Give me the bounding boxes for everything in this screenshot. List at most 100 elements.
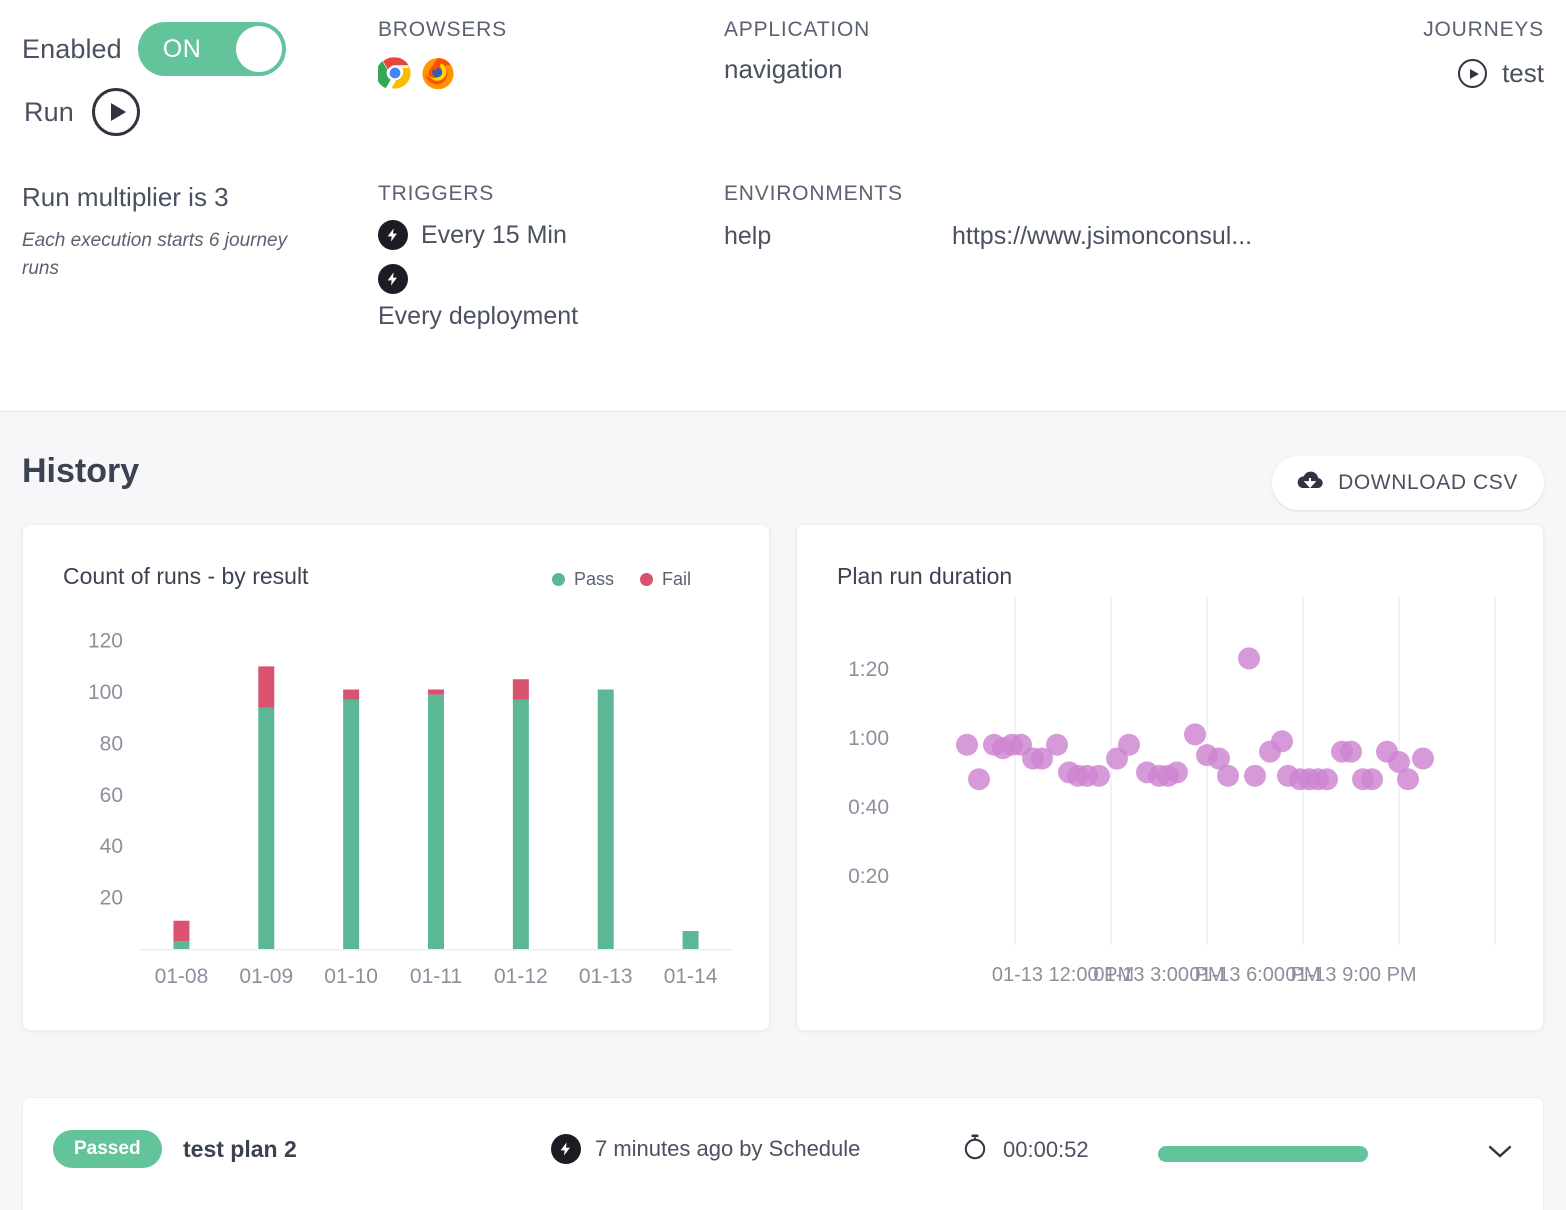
svg-text:01-12: 01-12 — [494, 965, 548, 988]
summary-col-multiplier: Run multiplier is 3 Each execution start… — [22, 182, 378, 331]
status-badge: Passed — [53, 1130, 162, 1168]
browsers-heading: BROWSERS — [378, 18, 724, 42]
play-icon — [111, 103, 126, 121]
scatter-point — [1238, 647, 1260, 669]
svg-text:01-13 9:00 PM: 01-13 9:00 PM — [1285, 964, 1416, 986]
scatter-point — [1184, 723, 1206, 745]
bar-segment-pass — [428, 695, 444, 949]
summary-col-application: APPLICATION navigation — [724, 18, 1394, 144]
svg-text:120: 120 — [88, 630, 123, 653]
application-heading: APPLICATION — [724, 18, 1394, 42]
run-trigger-meta: 7 minutes ago by Schedule — [551, 1134, 860, 1164]
history-title: History — [22, 452, 139, 491]
environment-name: help — [724, 222, 952, 251]
scatter-point — [1412, 748, 1434, 770]
svg-text:80: 80 — [100, 732, 123, 755]
bar-segment-fail — [513, 679, 529, 700]
enabled-label: Enabled — [22, 34, 122, 65]
run-play-button[interactable] — [92, 88, 140, 136]
plan-summary-section: Enabled ON Run BROWSERS — [0, 0, 1566, 412]
bar-segment-pass — [598, 690, 614, 949]
run-duration-meta: 00:00:52 — [963, 1134, 1089, 1165]
run-label: Run — [24, 97, 74, 128]
run-plan-name: test plan 2 — [183, 1136, 297, 1163]
scatter-point — [1316, 768, 1338, 790]
run-trigger-text: 7 minutes ago by Schedule — [595, 1136, 860, 1162]
summary-row-1: Enabled ON Run BROWSERS — [22, 18, 1544, 144]
enabled-toggle[interactable]: ON — [138, 22, 286, 76]
bar-segment-pass — [343, 700, 359, 949]
run-progress-bar — [1158, 1146, 1368, 1162]
summary-col-journeys: JOURNEYS test — [1394, 18, 1544, 144]
scatter-point — [1340, 741, 1362, 763]
run-multiplier-subtext: Each execution starts 6 journey runs — [22, 227, 302, 282]
svg-text:0:20: 0:20 — [848, 865, 889, 888]
toggle-state-label: ON — [163, 35, 202, 64]
chrome-icon — [378, 56, 412, 90]
svg-text:01-11: 01-11 — [410, 965, 462, 988]
history-charts: Count of runs - by result Pass Fail 2040… — [0, 524, 1566, 1031]
chevron-down-icon[interactable] — [1487, 1144, 1513, 1165]
summary-col-controls: Enabled ON Run — [22, 18, 378, 144]
scatter-point — [956, 734, 978, 756]
run-history-row[interactable]: Passed test plan 2 7 minutes ago by Sche… — [22, 1097, 1544, 1210]
svg-text:60: 60 — [100, 784, 123, 807]
count-of-runs-chart-card: Count of runs - by result Pass Fail 2040… — [22, 524, 770, 1031]
bar-segment-fail — [173, 921, 189, 942]
svg-text:1:00: 1:00 — [848, 727, 889, 750]
application-value[interactable]: navigation — [724, 54, 1394, 85]
history-section: History DOWNLOAD CSV Count of runs - by … — [0, 412, 1566, 1210]
scatter-point — [1361, 768, 1383, 790]
run-row: Run — [24, 80, 378, 144]
scatter-point — [1118, 734, 1140, 756]
summary-col-triggers: TRIGGERS Every 15 Min Every deployment — [378, 182, 724, 331]
scatter-point — [1088, 765, 1110, 787]
scatter-point — [968, 768, 990, 790]
svg-text:01-13: 01-13 — [579, 965, 633, 988]
bolt-icon — [551, 1134, 581, 1164]
svg-text:100: 100 — [88, 681, 123, 704]
journey-name: test — [1502, 58, 1544, 89]
bar-chart[interactable]: 2040608010012001-0801-0901-1001-1101-120… — [23, 525, 769, 1030]
plan-detail-page: Enabled ON Run BROWSERS — [0, 0, 1566, 1210]
enabled-row: Enabled ON — [22, 18, 378, 80]
bar-segment-pass — [513, 700, 529, 949]
svg-text:01-09: 01-09 — [239, 965, 293, 988]
environments-heading: ENVIRONMENTS — [724, 182, 1394, 206]
scatter-point — [1046, 734, 1068, 756]
toggle-knob — [236, 26, 282, 72]
scatter-point — [1217, 765, 1239, 787]
svg-text:01-14: 01-14 — [664, 965, 718, 988]
svg-text:20: 20 — [100, 887, 123, 910]
triggers-heading: TRIGGERS — [378, 182, 724, 206]
run-duration-text: 00:00:52 — [1003, 1137, 1089, 1163]
run-multiplier-text: Run multiplier is 3 — [22, 182, 378, 213]
scatter-point — [1244, 765, 1266, 787]
summary-col-spacer — [1394, 182, 1544, 331]
journey-item[interactable]: test — [1394, 58, 1544, 89]
summary-row-2: Run multiplier is 3 Each execution start… — [22, 182, 1544, 331]
svg-text:01-10: 01-10 — [324, 965, 378, 988]
download-csv-button[interactable]: DOWNLOAD CSV — [1272, 456, 1544, 510]
svg-text:1:20: 1:20 — [848, 658, 889, 681]
firefox-icon — [421, 56, 455, 90]
bar-segment-pass — [683, 931, 699, 949]
bar-segment-pass — [258, 707, 274, 949]
summary-col-browsers: BROWSERS — [378, 18, 724, 144]
svg-text:01-08: 01-08 — [155, 965, 209, 988]
plan-run-duration-chart-card: Plan run duration 0:200:401:001:2001-13 … — [796, 524, 1544, 1031]
cloud-download-icon — [1296, 470, 1324, 497]
trigger-item: Every deployment — [378, 264, 724, 331]
bar-segment-fail — [428, 690, 444, 695]
trigger-item: Every 15 Min — [378, 220, 724, 250]
trigger-label: Every 15 Min — [421, 221, 567, 250]
scatter-point — [1166, 761, 1188, 783]
svg-text:0:40: 0:40 — [848, 796, 889, 819]
scatter-chart[interactable]: 0:200:401:001:2001-13 12:00 PM01-13 3:00… — [797, 525, 1543, 1030]
journey-play-icon — [1458, 59, 1487, 88]
bar-segment-pass — [173, 941, 189, 949]
bolt-icon — [378, 264, 408, 294]
trigger-label: Every deployment — [378, 302, 724, 331]
environment-row: help https://www.jsimonconsul... — [724, 222, 1394, 251]
environment-url[interactable]: https://www.jsimonconsul... — [952, 222, 1252, 251]
